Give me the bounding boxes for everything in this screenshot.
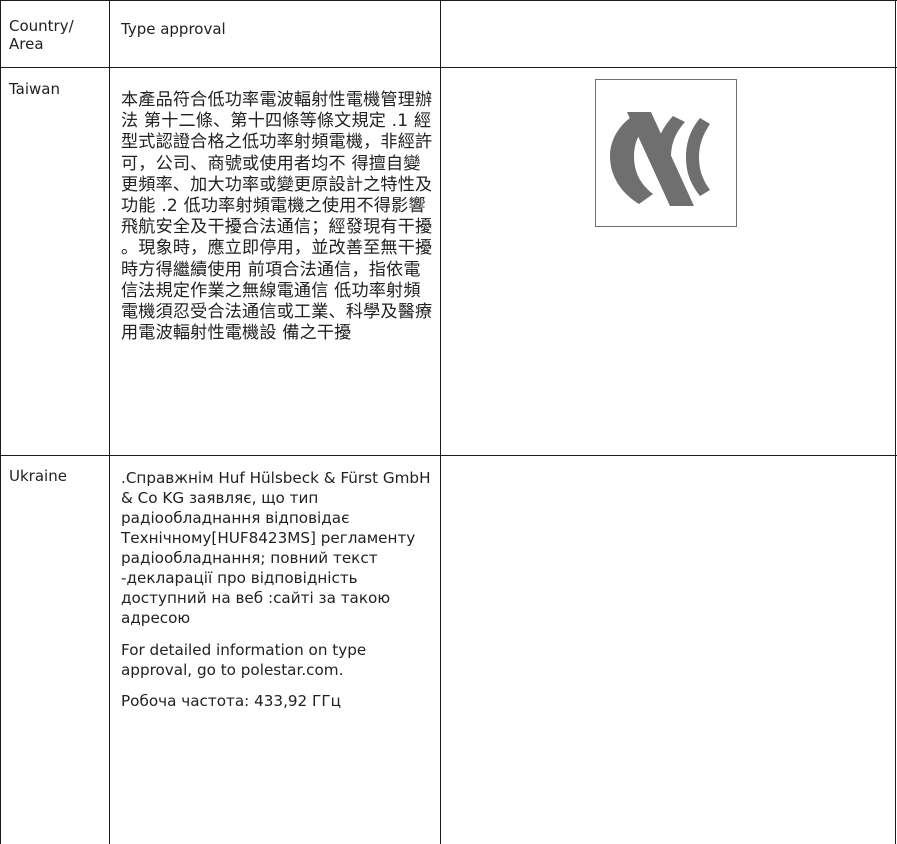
column-divider-2 [440,0,441,844]
type-approval-table: Country/ Area Type approval Taiwan 本產品符合… [0,0,897,844]
header-type-approval: Type approval [121,20,226,38]
ncc-logo-icon [595,79,737,227]
header-country-area: Country/ Area [9,17,74,54]
country-taiwan: Taiwan [9,80,61,98]
row-divider [0,455,897,456]
operating-frequency-paragraph: Робоча частота: 433,92 ГГц [121,691,341,710]
table-border-top [0,0,897,1]
country-ukraine: Ukraine [9,467,67,485]
table-border-left [0,0,1,844]
table-border-right [895,0,896,844]
ukraine-approval-text: .Справжнім Huf Hülsbeck & Fürst GmbH & C… [121,468,436,722]
header-divider [0,67,897,68]
ukraine-declaration-paragraph: .Справжнім Huf Hülsbeck & Fürst GmbH & C… [121,469,431,628]
polestar-info-paragraph: For detailed information on type approva… [121,640,367,679]
column-divider-1 [109,0,110,844]
taiwan-approval-text: 本產品符合低功率電波輻射性電機管理辦法 第十二條、第十四條等條文規定 .1 經型… [121,90,433,344]
